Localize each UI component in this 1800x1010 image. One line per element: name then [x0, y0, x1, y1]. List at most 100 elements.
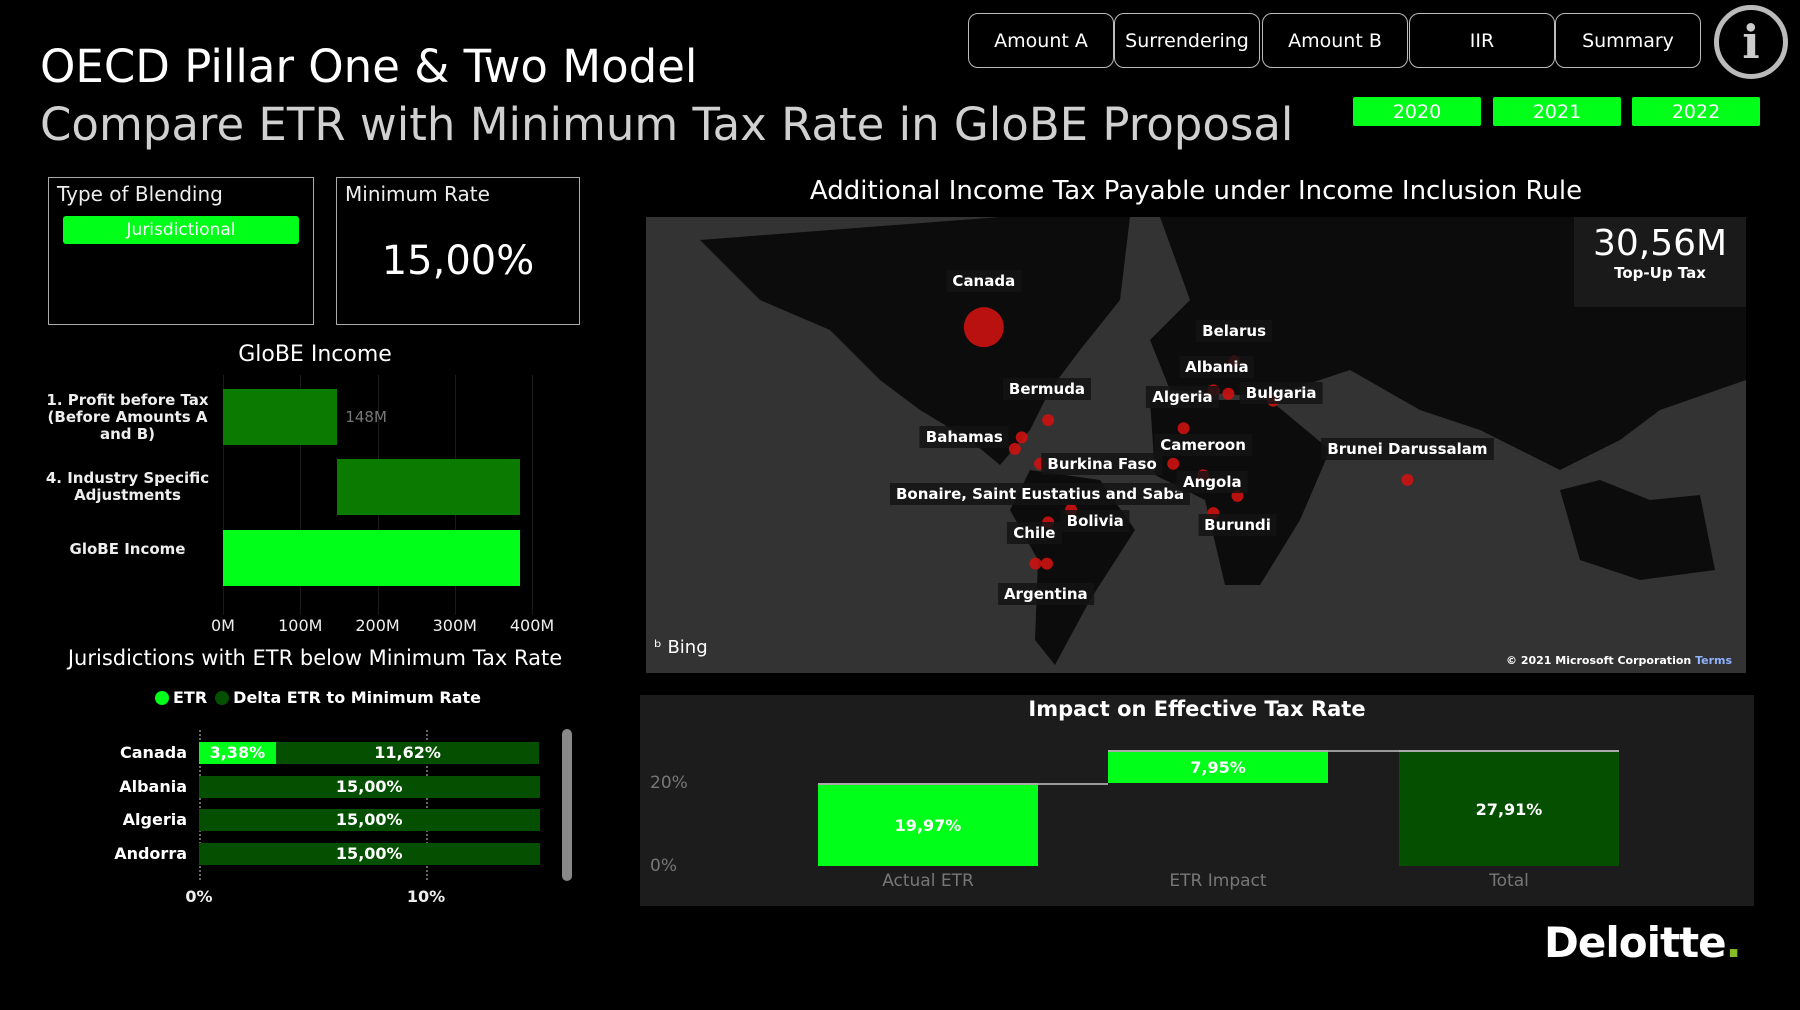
nav-amount-a-button[interactable]: Amount A: [968, 13, 1114, 68]
etr-bar[interactable]: 3,38%: [199, 742, 276, 764]
kpi-value: 30,56M: [1592, 223, 1728, 264]
waterfall-bar[interactable]: 19,97%: [818, 783, 1038, 866]
min-rate-label: Minimum Rate: [345, 182, 490, 206]
map-label: Argentina: [997, 582, 1094, 605]
nav-surrendering-button[interactable]: Surrendering: [1114, 13, 1260, 68]
map-label: Bahamas: [919, 426, 1009, 449]
x-category-label: Actual ETR: [882, 871, 974, 891]
year-2020-button[interactable]: 2020: [1353, 97, 1481, 126]
blending-slicer[interactable]: Jurisdictional: [63, 216, 299, 244]
waterfall-bar[interactable]: 7,95%: [1108, 750, 1328, 784]
min-rate-card: Minimum Rate 15,00%: [336, 177, 580, 325]
nav-summary-button[interactable]: Summary: [1555, 13, 1701, 68]
map-label: Burundi: [1198, 513, 1277, 536]
category-label: GloBE Income: [69, 540, 186, 558]
bing-text: Bing: [667, 637, 708, 658]
map-bubble[interactable]: [1015, 431, 1028, 444]
map-label: Chile: [1007, 521, 1062, 544]
jurisdictions-title: Jurisdictions with ETR below Minimum Tax…: [67, 646, 563, 670]
nav-iir-button[interactable]: IIR: [1409, 13, 1555, 68]
map-bubble[interactable]: [963, 307, 1004, 348]
x-tick-label: 300M: [432, 616, 477, 635]
map-label: Belarus: [1196, 319, 1273, 342]
page-title: OECD Pillar One & Two Model: [40, 40, 698, 93]
bing-logo: ᵇ Bing: [654, 637, 708, 658]
map-label: Bolivia: [1060, 510, 1130, 533]
copyright-text: © 2021 Microsoft Corporation: [1506, 654, 1692, 667]
category-label: Albania: [119, 777, 187, 796]
map-bubble[interactable]: [1040, 557, 1053, 570]
x-tick-label: 200M: [355, 616, 400, 635]
map[interactable]: Canada Belarus Albania Algeria Bulgaria Bermu…: [646, 217, 1746, 673]
category-label: 4. Industry Specific Adjustments: [45, 469, 210, 504]
map-label: Cameroon: [1154, 434, 1252, 457]
x-tick-label: 0%: [185, 887, 213, 906]
delta-bar[interactable]: 15,00%: [199, 809, 540, 831]
category-label: 1. Profit before Tax (Before Amounts A a…: [46, 391, 209, 443]
blending-card: Type of Blending Jurisdictional: [48, 177, 314, 325]
globe-income-chart: 0M 100M 200M 300M 400M 1. Profit before Tax (…: [0, 370, 600, 640]
connector-line: [1328, 750, 1399, 753]
delta-bar[interactable]: 15,00%: [199, 776, 540, 798]
x-tick-label: 10%: [406, 887, 446, 906]
map-label: Albania: [1179, 356, 1255, 379]
kpi-label: Top-Up Tax: [1614, 264, 1706, 282]
category-label: Andorra: [114, 844, 187, 863]
y-tick-label: 0%: [650, 856, 677, 876]
legend-delta: Delta ETR to Minimum Rate: [233, 688, 481, 707]
legend-etr-dot: [155, 690, 169, 705]
x-tick-label: 0M: [211, 616, 235, 635]
bar[interactable]: [223, 530, 521, 586]
map-label: Burkina Faso: [1041, 452, 1163, 475]
info-icon[interactable]: i: [1714, 5, 1788, 79]
jurisdictions-scrollbar[interactable]: [562, 729, 572, 881]
logo-text: Deloitte: [1544, 918, 1727, 967]
map-label: Algeria: [1146, 386, 1219, 409]
bar[interactable]: [337, 459, 521, 515]
map-label: Canada: [946, 270, 1022, 293]
category-label: Algeria: [122, 810, 187, 829]
map-copyright: © 2021 Microsoft Corporation Terms: [1506, 654, 1732, 667]
map-title: Additional Income Tax Payable under Inco…: [809, 176, 1583, 206]
map-label: Brunei Darussalam: [1321, 437, 1494, 460]
map-label: Angola: [1176, 471, 1248, 494]
delta-bar[interactable]: 11,62%: [275, 742, 540, 764]
map-bubble[interactable]: [1008, 442, 1021, 455]
bar[interactable]: [223, 389, 338, 445]
delta-bar[interactable]: 15,00%: [199, 843, 540, 865]
map-bubble[interactable]: [1401, 473, 1414, 486]
nav-amount-b-button[interactable]: Amount B: [1262, 13, 1408, 68]
data-label: 148M: [345, 408, 387, 426]
etr-waterfall-chart: 0% 20% 19,97% Actual ETR 7,95% ETR Impact 27,9…: [640, 695, 1754, 906]
page-subtitle: Compare ETR with Minimum Tax Rate in Glo…: [40, 98, 1294, 151]
kpi-card: 30,56M Top-Up Tax: [1574, 217, 1746, 307]
jurisdictions-chart: 0% 10% Canada 3,38% 11,62% Albania 15,00% Alger…: [0, 720, 600, 920]
etr-impact-panel: Impact on Effective Tax Rate 0% 20% 19,97%…: [640, 695, 1754, 906]
map-bubble[interactable]: [1029, 557, 1042, 570]
map-bubble[interactable]: [1042, 414, 1055, 427]
map-bubble[interactable]: [1167, 457, 1180, 470]
year-2021-button[interactable]: 2021: [1493, 97, 1621, 126]
globe-income-title: GloBE Income: [238, 342, 392, 367]
map-label: Bermuda: [1002, 378, 1092, 401]
legend-delta-dot: [215, 690, 230, 705]
jurisdictions-legend: ETR Delta ETR to Minimum Rate: [155, 688, 481, 707]
waterfall-bar[interactable]: 27,91%: [1399, 750, 1619, 866]
legend-etr: ETR: [173, 688, 208, 707]
gridline: [532, 375, 533, 615]
category-label: Canada: [120, 743, 187, 762]
map-label: Bulgaria: [1239, 381, 1323, 404]
x-category-label: ETR Impact: [1169, 871, 1267, 891]
x-category-label: Total: [1489, 871, 1529, 891]
y-tick-label: 20%: [650, 773, 688, 793]
min-rate-value: 15,00%: [381, 238, 535, 284]
year-2022-button[interactable]: 2022: [1632, 97, 1760, 126]
bing-icon: ᵇ: [654, 637, 662, 658]
deloitte-logo: Deloitte.: [1544, 918, 1742, 967]
map-bubble[interactable]: [1177, 422, 1190, 435]
x-tick-label: 100M: [278, 616, 323, 635]
map-bubble[interactable]: [1222, 387, 1235, 400]
connector-line: [1038, 783, 1108, 786]
blending-label: Type of Blending: [57, 182, 223, 206]
terms-link[interactable]: Terms: [1695, 654, 1732, 667]
